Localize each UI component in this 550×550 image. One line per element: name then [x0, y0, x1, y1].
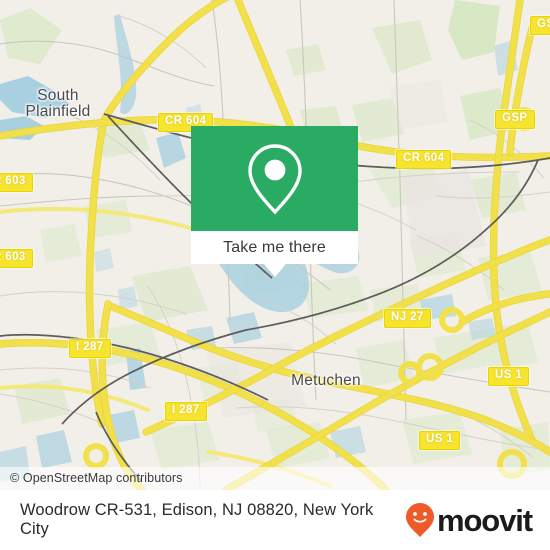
shield-gsp-south: GSP — [495, 110, 535, 129]
moovit-pin-logo-icon — [405, 503, 434, 537]
shield-us-1-south: US 1 — [419, 431, 461, 450]
shield-us-1-east: US 1 — [488, 367, 530, 386]
popup-header — [191, 126, 358, 231]
shield-cr-603-upper: R 603 — [0, 173, 33, 192]
take-me-there-label: Take me there — [223, 238, 326, 256]
osm-attribution[interactable]: © OpenStreetMap contributors — [0, 467, 550, 490]
shield-gsp-north: GSP — [530, 16, 550, 35]
take-me-there-popup[interactable]: Take me there — [191, 126, 358, 277]
shield-cr-604-east: CR 604 — [396, 150, 452, 169]
place-label-metuchen: Metuchen — [291, 372, 361, 389]
popup-footer[interactable]: Take me there — [191, 231, 358, 264]
shield-i-287-north: I 287 — [69, 339, 111, 358]
shield-i-287-south: I 287 — [165, 402, 207, 421]
shield-nj-27: NJ 27 — [384, 309, 431, 328]
popup-pointer — [263, 264, 286, 277]
map-pin-icon — [247, 143, 302, 215]
shield-cr-603-lower: R 603 — [0, 249, 33, 268]
moovit-logo[interactable]: moovit — [405, 502, 533, 538]
map-screen: .water{fill:#a9d0e0} .park{fill:#cfe5b8}… — [0, 0, 550, 550]
address-label: Woodrow CR-531, Edison, NJ 08820, New Yo… — [20, 501, 374, 538]
moovit-wordmark: moovit — [436, 502, 533, 538]
place-label-south-plainfield: South Plainfield — [25, 87, 91, 120]
footer-bar: Woodrow CR-531, Edison, NJ 08820, New Yo… — [0, 490, 550, 550]
